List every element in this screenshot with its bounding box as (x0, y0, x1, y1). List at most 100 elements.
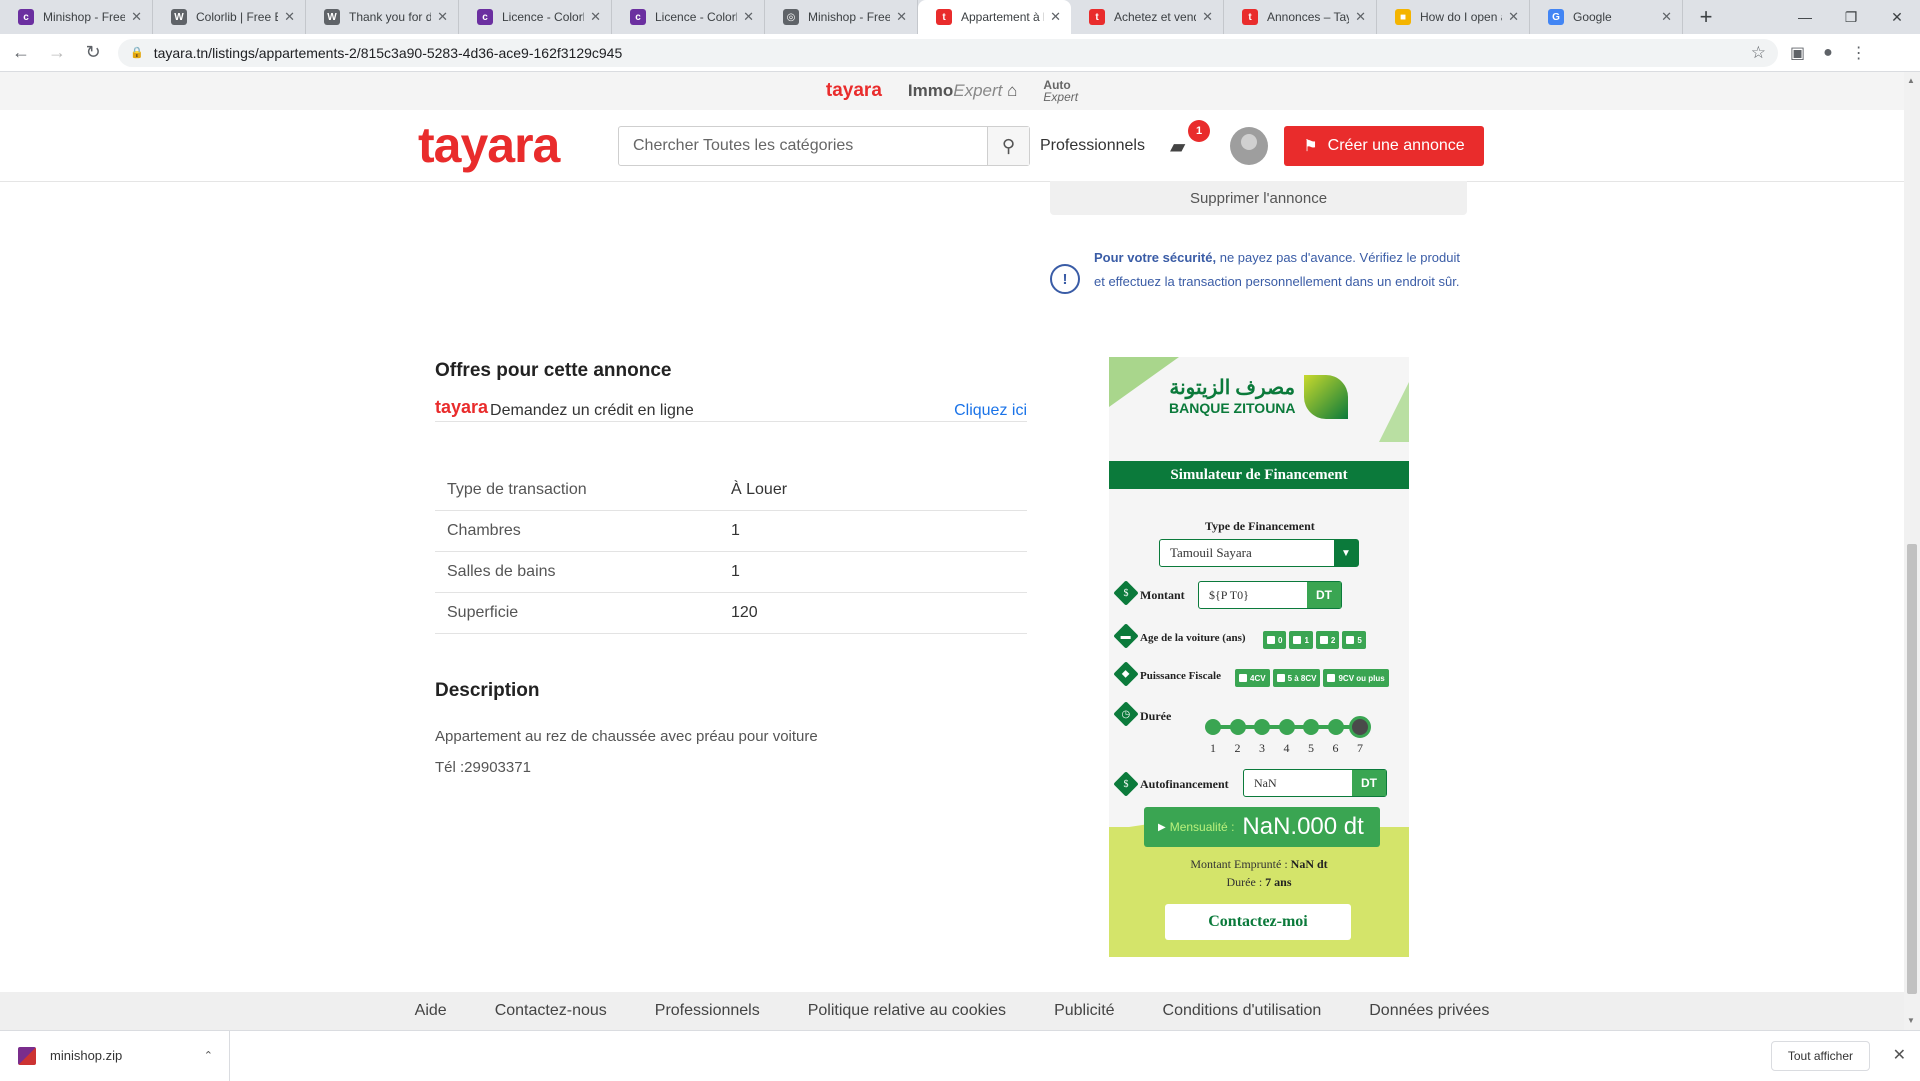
search-icon[interactable]: ⚲ (987, 127, 1029, 165)
slider-step[interactable] (1327, 719, 1344, 735)
option-checkbox[interactable]: 9CV ou plus (1323, 669, 1389, 687)
option-checkbox[interactable]: 5 (1342, 631, 1366, 649)
slider-step-label: 5 (1308, 741, 1314, 755)
tab-favicon-icon: G (1548, 9, 1564, 25)
address-bar[interactable]: 🔒 tayara.tn/listings/appartements-2/815c… (118, 38, 1778, 67)
slider-step[interactable] (1303, 719, 1319, 735)
reload-icon[interactable]: ↻ (78, 38, 108, 68)
footer-link[interactable]: Professionnels (655, 1002, 760, 1020)
avatar[interactable] (1230, 127, 1268, 165)
bookmark-star-icon[interactable]: ☆ (1751, 43, 1766, 63)
credit-offer-link[interactable]: Cliquez ici (954, 402, 1027, 420)
option-checkbox[interactable]: 4CV (1235, 669, 1270, 687)
footer-link[interactable]: Publicité (1054, 1002, 1114, 1020)
option-checkbox[interactable]: 1 (1289, 631, 1313, 649)
footer-link[interactable]: Contactez-nous (495, 1002, 607, 1020)
tab-favicon-icon: W (324, 9, 340, 25)
financing-type-select[interactable]: Tamouil Sayara ▼ (1159, 539, 1359, 567)
slider-step[interactable] (1278, 719, 1295, 735)
contact-me-button[interactable]: Contactez-moi (1165, 904, 1351, 940)
chevron-up-icon[interactable]: ⌃ (204, 1049, 213, 1062)
footer-link[interactable]: Données privées (1369, 1002, 1489, 1020)
slider-handle[interactable] (1349, 716, 1371, 738)
browser-tab[interactable]: G Google ✕ (1530, 0, 1683, 34)
browser-tab[interactable]: c Licence - Colorlib ✕ (612, 0, 765, 34)
restore-icon[interactable]: ❐ (1828, 0, 1874, 34)
scroll-down-icon[interactable]: ▼ (1907, 1016, 1915, 1025)
tab-close-icon[interactable]: ✕ (284, 9, 295, 25)
slider-step[interactable] (1229, 719, 1246, 735)
browser-tab[interactable]: W Thank you for dow ✕ (306, 0, 459, 34)
tab-close-icon[interactable]: ✕ (896, 9, 907, 25)
slider-step[interactable] (1254, 719, 1270, 735)
footer-link[interactable]: Politique relative au cookies (808, 1002, 1006, 1020)
close-window-icon[interactable]: ✕ (1874, 0, 1920, 34)
slider-step[interactable] (1205, 719, 1221, 735)
tab-title: Licence - Colorlib (655, 10, 738, 24)
browser-tab[interactable]: ■ How do I open a .z ✕ (1377, 0, 1530, 34)
chat-icon[interactable]: ▰ 1 (1170, 120, 1210, 159)
slider-step-label: 7 (1357, 741, 1363, 755)
browser-tab[interactable]: c Licence - Colorlib ✕ (459, 0, 612, 34)
tayara-logo[interactable]: tayara (418, 116, 560, 174)
attribute-value: 120 (731, 604, 758, 621)
page-viewport: tayara ImmoExpert ⌂ AutoExpert tayara ⚲ … (0, 72, 1904, 1030)
tab-list: c Minishop - Free Bo ✕ W Colorlib | Free Boo… (0, 0, 1683, 34)
close-download-bar-icon[interactable]: ✕ (1893, 1045, 1906, 1065)
tab-close-icon[interactable]: ✕ (131, 9, 142, 25)
scrollbar-thumb[interactable] (1907, 544, 1917, 994)
duree-slider[interactable]: 1 2 3 4 5 6 7 (1201, 716, 1381, 757)
puissance-options: 4CV 5 à 8CV 9CV ou plus (1235, 669, 1389, 687)
montant-input[interactable]: ${P T0} DT (1198, 581, 1342, 609)
tab-close-icon[interactable]: ✕ (437, 9, 448, 25)
option-checkbox[interactable]: 0 (1263, 631, 1287, 649)
tab-close-icon[interactable]: ✕ (1508, 9, 1519, 25)
minimize-icon[interactable]: — (1782, 0, 1828, 34)
browser-tab[interactable]: W Colorlib | Free Boo ✕ (153, 0, 306, 34)
table-row: Superficie 120 (435, 593, 1027, 634)
new-tab-button[interactable]: + (1689, 0, 1723, 34)
tab-close-icon[interactable]: ✕ (590, 9, 601, 25)
credit-offer-text: Demandez un crédit en ligne (490, 401, 694, 419)
browser-tab[interactable]: ◎ Minishop - Free Bo ✕ (765, 0, 918, 34)
profile-icon[interactable]: ● (1823, 44, 1833, 62)
tab-close-icon[interactable]: ✕ (1050, 9, 1061, 25)
slider-step-label: 3 (1259, 741, 1265, 755)
browser-tab[interactable]: c Minishop - Free Bo ✕ (0, 0, 153, 34)
option-checkbox[interactable]: 2 (1315, 631, 1340, 649)
scroll-up-icon[interactable]: ▲ (1907, 76, 1915, 85)
security-text: Pour votre sécurité, ne payez pas d'avan… (1094, 246, 1470, 294)
tab-close-icon[interactable]: ✕ (1661, 9, 1672, 25)
search-input[interactable] (619, 127, 987, 165)
brand-tayara-link[interactable]: tayara (826, 80, 882, 102)
browser-tab[interactable]: t Annonces – Tayara ✕ (1224, 0, 1377, 34)
zip-file-icon (18, 1046, 36, 1065)
house-icon: ⌂ (1007, 81, 1018, 100)
tab-close-icon[interactable]: ✕ (1355, 9, 1366, 25)
create-listing-button[interactable]: ⚑ Créer une annonce (1284, 126, 1484, 166)
download-item[interactable]: minishop.zip ⌃ (0, 1030, 230, 1081)
forward-icon[interactable]: → (42, 38, 72, 68)
description-text: Appartement au rez de chaussée avec préa… (435, 721, 818, 783)
option-label: 2 (1330, 635, 1336, 645)
option-label: 1 (1304, 635, 1309, 645)
option-checkbox[interactable]: 5 à 8CV (1272, 669, 1321, 687)
extension-icon[interactable]: ▣ (1790, 43, 1805, 63)
browser-tab[interactable]: t Appartement à lou ✕ (918, 0, 1071, 34)
page-scrollbar[interactable]: ▲ ▼ (1904, 72, 1920, 1030)
footer-link[interactable]: Aide (415, 1002, 447, 1020)
tab-close-icon[interactable]: ✕ (1202, 9, 1213, 25)
back-icon[interactable]: ← (6, 38, 36, 68)
brand-autoexpert-link[interactable]: Auto Expert (1043, 79, 1078, 103)
tab-close-icon[interactable]: ✕ (743, 9, 754, 25)
autofinancement-input[interactable]: NaN DT (1243, 769, 1387, 797)
show-all-downloads-button[interactable]: Tout afficher (1770, 1041, 1870, 1071)
brand-immoexpert-link[interactable]: ImmoExpert ⌂ (908, 81, 1018, 101)
menu-kebab-icon[interactable]: ⋮ (1851, 43, 1867, 63)
checkbox-icon (1276, 674, 1285, 682)
delete-listing-button[interactable]: Supprimer l'annonce (1050, 181, 1467, 215)
browser-tab[interactable]: t Achetez et vendez ✕ (1071, 0, 1224, 34)
age-label: Age de la voiture (ans) (1140, 632, 1246, 644)
footer-link[interactable]: Conditions d'utilisation (1163, 1002, 1322, 1020)
professionnels-link[interactable]: Professionnels (1040, 137, 1145, 155)
